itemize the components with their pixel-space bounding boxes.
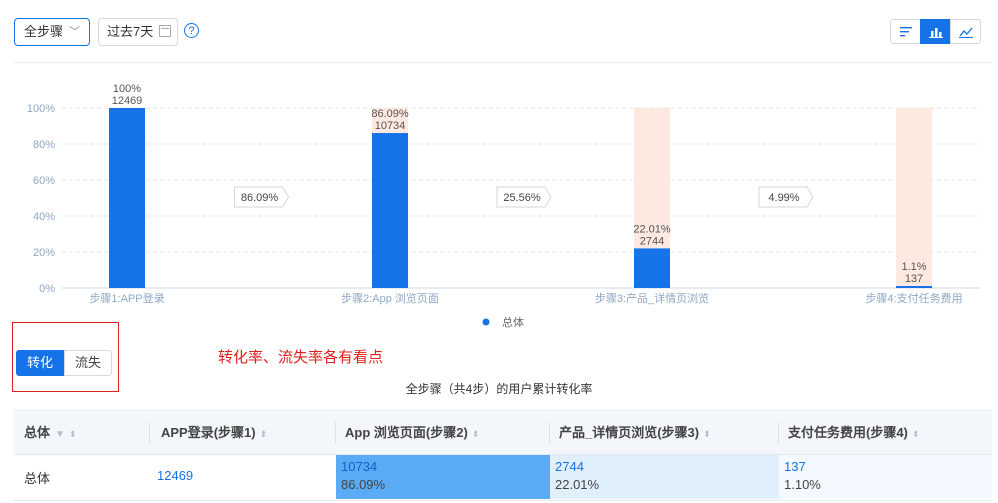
cell-value[interactable]: 12469 bbox=[157, 468, 193, 483]
cell-value[interactable]: 2744 bbox=[555, 459, 584, 474]
header-step-2[interactable]: App 浏览页面(步骤2) ⬍ bbox=[335, 411, 550, 454]
cell-value[interactable]: 10734 bbox=[341, 459, 377, 474]
sort-icon[interactable]: ⬍ bbox=[703, 413, 711, 456]
bar-percent-label: 86.09% bbox=[371, 108, 409, 120]
conversion-bar[interactable] bbox=[634, 248, 670, 288]
cell-value[interactable]: 137 bbox=[784, 459, 806, 474]
y-tick-label: 40% bbox=[33, 211, 55, 223]
date-range-picker[interactable]: 过去7天 bbox=[98, 18, 178, 46]
sort-icon[interactable]: ⬍ bbox=[912, 413, 920, 456]
header-step-1[interactable]: APP登录(步骤1) ⬍ bbox=[151, 411, 336, 454]
chevron-down-icon: ﹀ bbox=[69, 26, 80, 38]
cell-percent: 1.10% bbox=[784, 477, 821, 492]
table-header-row: 总体 ▼ ⬍ APP登录(步骤1) ⬍ App 浏览页面(步骤2) ⬍ 产品_详情页浏览… bbox=[14, 410, 992, 455]
cell-step-1: 12469 bbox=[151, 455, 336, 499]
conversion-table: 总体 ▼ ⬍ APP登录(步骤1) ⬍ App 浏览页面(步骤2) ⬍ 产品_详情页浏览… bbox=[14, 410, 992, 501]
bar-percent-label: 22.01% bbox=[633, 223, 671, 235]
sort-icon[interactable]: ⬍ bbox=[260, 413, 268, 456]
bar-count-label: 10734 bbox=[375, 120, 406, 132]
x-tick-label: 步骤2:App 浏览页面 bbox=[341, 291, 439, 305]
bar-percent-label: 100% bbox=[113, 83, 141, 95]
date-range-value: 过去7天 bbox=[107, 24, 154, 39]
cell-percent: 86.09% bbox=[341, 477, 386, 492]
y-tick-label: 100% bbox=[27, 103, 55, 115]
bar-count-label: 12469 bbox=[112, 95, 143, 107]
legend-label[interactable]: 总体 bbox=[502, 315, 524, 329]
bar-percent-label: 1.1% bbox=[901, 261, 926, 273]
header-label: 产品_详情页浏览(步骤3) bbox=[559, 425, 700, 440]
cell-step-4: 137 1.10% bbox=[779, 455, 992, 499]
x-tick-label: 步骤3:产品_详情页浏览 bbox=[595, 291, 709, 305]
step-rate-label: 4.99% bbox=[768, 192, 799, 204]
calendar-icon bbox=[159, 25, 171, 37]
help-icon[interactable]: ? bbox=[184, 23, 199, 38]
step-select[interactable]: 全步骤 ﹀ bbox=[14, 18, 90, 46]
conversion-bar[interactable] bbox=[109, 108, 145, 288]
header-overall[interactable]: 总体 ▼ ⬍ bbox=[14, 411, 149, 454]
bar-view-button[interactable] bbox=[890, 19, 921, 44]
horizontal-bar-icon bbox=[900, 27, 912, 37]
conversion-bar[interactable] bbox=[896, 286, 932, 288]
x-tick-label: 步骤4:支付任务费用 bbox=[865, 292, 962, 305]
cell-step-3: 2744 22.01% bbox=[550, 455, 779, 499]
annotation-note: 转化率、流失率各有看点 bbox=[218, 349, 384, 366]
line-view-button[interactable] bbox=[950, 19, 981, 44]
row-label: 总体 bbox=[24, 471, 51, 486]
row-label-cell: 总体 bbox=[14, 455, 151, 499]
y-tick-label: 0% bbox=[39, 283, 55, 295]
sort-icon[interactable]: ⬍ bbox=[472, 413, 480, 456]
remaining-bar bbox=[896, 108, 932, 287]
step-rate-label: 25.56% bbox=[503, 192, 541, 204]
y-tick-label: 60% bbox=[33, 175, 55, 187]
filter-icon[interactable]: ▼ bbox=[55, 413, 65, 456]
table-row: 总体 12469 10734 86.09% 2744 22.01% 137 1.… bbox=[14, 455, 992, 501]
cell-percent: 22.01% bbox=[555, 477, 600, 492]
header-label: 总体 bbox=[24, 425, 51, 440]
legend-marker bbox=[482, 318, 490, 326]
header-step-3[interactable]: 产品_详情页浏览(步骤3) ⬍ bbox=[549, 411, 779, 454]
cell-step-2: 10734 86.09% bbox=[336, 455, 550, 499]
y-tick-label: 80% bbox=[33, 139, 55, 151]
conversion-bar[interactable] bbox=[372, 133, 408, 288]
bar-count-label: 137 bbox=[905, 273, 923, 285]
header-label: 支付任务费用(步骤4) bbox=[788, 425, 908, 440]
header-label: APP登录(步骤1) bbox=[161, 425, 256, 440]
column-chart-icon bbox=[929, 28, 943, 38]
table-caption: 全步骤（共4步）的用户累计转化率 bbox=[405, 382, 593, 396]
y-tick-label: 20% bbox=[33, 247, 55, 259]
header-label: App 浏览页面(步骤2) bbox=[345, 425, 468, 440]
funnel-chart: 0%20%40%60%80%100% 100%1246986.09%107342… bbox=[27, 83, 980, 329]
x-tick-label: 步骤1:APP登录 bbox=[89, 291, 164, 305]
step-select-value: 全步骤 bbox=[24, 24, 64, 39]
column-view-button[interactable] bbox=[920, 19, 951, 44]
sort-icon[interactable]: ⬍ bbox=[69, 413, 77, 456]
bar-count-label: 2744 bbox=[640, 235, 664, 247]
column-divider bbox=[149, 422, 150, 444]
line-chart-icon bbox=[959, 27, 973, 38]
step-rate-label: 86.09% bbox=[241, 192, 279, 204]
header-step-4[interactable]: 支付任务费用(步骤4) ⬍ bbox=[778, 411, 992, 454]
